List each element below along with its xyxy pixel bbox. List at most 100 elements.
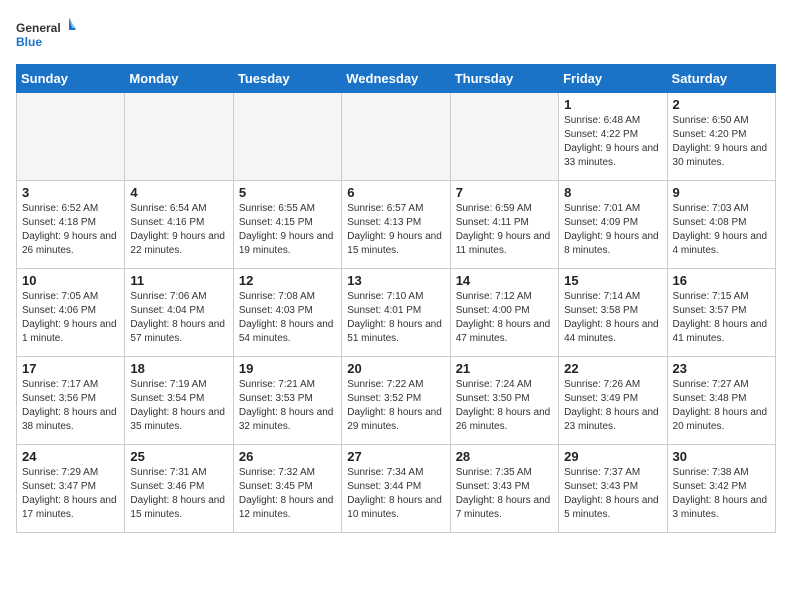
day-info: Sunrise: 7:06 AM Sunset: 4:04 PM Dayligh… — [130, 290, 227, 346]
calendar-cell: 4 Sunrise: 6:54 AM Sunset: 4:16 PM Daylig… — [125, 181, 233, 269]
day-number: 26 — [239, 449, 336, 464]
day-number: 22 — [564, 361, 661, 376]
calendar-cell: 29Sunrise: 7:37 AM Sunset: 3:43 PM Dayli… — [559, 445, 667, 533]
calendar-cell: 22 Sunrise: 7:26 AM Sunset: 3:49 PM Dayli… — [559, 357, 667, 445]
day-info: Sunrise: 7:12 AM Sunset: 4:00 PM Dayligh… — [456, 290, 553, 346]
day-info: Sunrise: 6:57 AM Sunset: 4:13 PM Dayligh… — [347, 202, 444, 258]
calendar-table: SundayMondayTuesdayWednesdayThursdayFrid… — [16, 64, 776, 533]
day-number: 25 — [130, 449, 227, 464]
day-info: Sunrise: 6:50 AM Sunset: 4:20 PM Dayligh… — [673, 114, 770, 170]
calendar-cell — [17, 93, 125, 181]
day-info: Sunrise: 6:48 AM Sunset: 4:22 PM Dayligh… — [564, 114, 661, 170]
day-info: Sunrise: 7:29 AM Sunset: 3:47 PM Dayligh… — [22, 466, 119, 522]
day-number: 13 — [347, 273, 444, 288]
day-info: Sunrise: 6:54 AM Sunset: 4:16 PM Dayligh… — [130, 202, 227, 258]
day-info: Sunrise: 7:22 AM Sunset: 3:52 PM Dayligh… — [347, 378, 444, 434]
calendar-week-row: 10 Sunrise: 7:05 AM Sunset: 4:06 PM Dayli… — [17, 269, 776, 357]
day-info: Sunrise: 7:34 AM Sunset: 3:44 PM Dayligh… — [347, 466, 444, 522]
calendar-cell: 9Sunrise: 7:03 AM Sunset: 4:08 PM Daylig… — [667, 181, 775, 269]
calendar-cell — [450, 93, 558, 181]
calendar-week-row: 1 Sunrise: 6:48 AM Sunset: 4:22 PM Daylig… — [17, 93, 776, 181]
day-info: Sunrise: 7:08 AM Sunset: 4:03 PM Dayligh… — [239, 290, 336, 346]
calendar-cell: 11 Sunrise: 7:06 AM Sunset: 4:04 PM Dayli… — [125, 269, 233, 357]
calendar-cell: 14 Sunrise: 7:12 AM Sunset: 4:00 PM Dayli… — [450, 269, 558, 357]
day-info: Sunrise: 6:52 AM Sunset: 4:18 PM Dayligh… — [22, 202, 119, 258]
day-number: 23 — [673, 361, 770, 376]
calendar-week-row: 17Sunrise: 7:17 AM Sunset: 3:56 PM Dayli… — [17, 357, 776, 445]
day-number: 2 — [673, 97, 770, 112]
day-number: 8 — [564, 185, 661, 200]
day-number: 30 — [673, 449, 770, 464]
day-info: Sunrise: 7:26 AM Sunset: 3:49 PM Dayligh… — [564, 378, 661, 434]
calendar-cell: 2 Sunrise: 6:50 AM Sunset: 4:20 PM Daylig… — [667, 93, 775, 181]
day-number: 17 — [22, 361, 119, 376]
weekday-header: Monday — [125, 65, 233, 93]
day-number: 15 — [564, 273, 661, 288]
day-info: Sunrise: 7:32 AM Sunset: 3:45 PM Dayligh… — [239, 466, 336, 522]
day-number: 20 — [347, 361, 444, 376]
calendar-cell: 7 Sunrise: 6:59 AM Sunset: 4:11 PM Daylig… — [450, 181, 558, 269]
page-header: General Blue — [16, 16, 776, 56]
calendar-cell: 25 Sunrise: 7:31 AM Sunset: 3:46 PM Dayli… — [125, 445, 233, 533]
weekday-header: Sunday — [17, 65, 125, 93]
day-number: 11 — [130, 273, 227, 288]
day-number: 27 — [347, 449, 444, 464]
day-number: 24 — [22, 449, 119, 464]
day-number: 7 — [456, 185, 553, 200]
calendar-cell: 24 Sunrise: 7:29 AM Sunset: 3:47 PM Dayli… — [17, 445, 125, 533]
logo-svg: General Blue — [16, 16, 76, 56]
day-number: 10 — [22, 273, 119, 288]
calendar-cell: 6 Sunrise: 6:57 AM Sunset: 4:13 PM Daylig… — [342, 181, 450, 269]
calendar-cell: 27 Sunrise: 7:34 AM Sunset: 3:44 PM Dayli… — [342, 445, 450, 533]
day-number: 21 — [456, 361, 553, 376]
day-number: 12 — [239, 273, 336, 288]
calendar-cell: 18Sunrise: 7:19 AM Sunset: 3:54 PM Dayli… — [125, 357, 233, 445]
day-number: 5 — [239, 185, 336, 200]
day-info: Sunrise: 7:03 AM Sunset: 4:08 PM Dayligh… — [673, 202, 770, 258]
day-info: Sunrise: 7:24 AM Sunset: 3:50 PM Dayligh… — [456, 378, 553, 434]
logo: General Blue — [16, 16, 76, 56]
day-info: Sunrise: 7:01 AM Sunset: 4:09 PM Dayligh… — [564, 202, 661, 258]
day-number: 16 — [673, 273, 770, 288]
day-info: Sunrise: 7:31 AM Sunset: 3:46 PM Dayligh… — [130, 466, 227, 522]
weekday-header: Saturday — [667, 65, 775, 93]
svg-text:General: General — [16, 21, 61, 35]
calendar-cell: 20 Sunrise: 7:22 AM Sunset: 3:52 PM Dayli… — [342, 357, 450, 445]
day-info: Sunrise: 7:14 AM Sunset: 3:58 PM Dayligh… — [564, 290, 661, 346]
weekday-header: Wednesday — [342, 65, 450, 93]
weekday-header: Thursday — [450, 65, 558, 93]
day-info: Sunrise: 7:35 AM Sunset: 3:43 PM Dayligh… — [456, 466, 553, 522]
calendar-cell: 16 Sunrise: 7:15 AM Sunset: 3:57 PM Dayli… — [667, 269, 775, 357]
calendar-cell: 12 Sunrise: 7:08 AM Sunset: 4:03 PM Dayli… — [233, 269, 341, 357]
day-info: Sunrise: 7:15 AM Sunset: 3:57 PM Dayligh… — [673, 290, 770, 346]
day-number: 6 — [347, 185, 444, 200]
day-number: 18 — [130, 361, 227, 376]
calendar-cell: 13 Sunrise: 7:10 AM Sunset: 4:01 PM Dayli… — [342, 269, 450, 357]
calendar-cell: 15 Sunrise: 7:14 AM Sunset: 3:58 PM Dayli… — [559, 269, 667, 357]
day-number: 3 — [22, 185, 119, 200]
day-info: Sunrise: 6:55 AM Sunset: 4:15 PM Dayligh… — [239, 202, 336, 258]
day-number: 4 — [130, 185, 227, 200]
day-info: Sunrise: 7:21 AM Sunset: 3:53 PM Dayligh… — [239, 378, 336, 434]
day-info: Sunrise: 7:37 AM Sunset: 3:43 PM Dayligh… — [564, 466, 661, 522]
calendar-cell: 19Sunrise: 7:21 AM Sunset: 3:53 PM Dayli… — [233, 357, 341, 445]
calendar-cell: 1 Sunrise: 6:48 AM Sunset: 4:22 PM Daylig… — [559, 93, 667, 181]
day-number: 1 — [564, 97, 661, 112]
calendar-cell: 23Sunrise: 7:27 AM Sunset: 3:48 PM Dayli… — [667, 357, 775, 445]
weekday-header: Friday — [559, 65, 667, 93]
day-number: 14 — [456, 273, 553, 288]
calendar-cell — [342, 93, 450, 181]
weekday-header-row: SundayMondayTuesdayWednesdayThursdayFrid… — [17, 65, 776, 93]
calendar-cell — [125, 93, 233, 181]
calendar-week-row: 3 Sunrise: 6:52 AM Sunset: 4:18 PM Daylig… — [17, 181, 776, 269]
weekday-header: Tuesday — [233, 65, 341, 93]
calendar-cell: 10 Sunrise: 7:05 AM Sunset: 4:06 PM Dayli… — [17, 269, 125, 357]
calendar-week-row: 24 Sunrise: 7:29 AM Sunset: 3:47 PM Dayli… — [17, 445, 776, 533]
day-info: Sunrise: 7:38 AM Sunset: 3:42 PM Dayligh… — [673, 466, 770, 522]
day-info: Sunrise: 6:59 AM Sunset: 4:11 PM Dayligh… — [456, 202, 553, 258]
day-info: Sunrise: 7:05 AM Sunset: 4:06 PM Dayligh… — [22, 290, 119, 346]
day-number: 28 — [456, 449, 553, 464]
day-info: Sunrise: 7:10 AM Sunset: 4:01 PM Dayligh… — [347, 290, 444, 346]
calendar-cell: 17Sunrise: 7:17 AM Sunset: 3:56 PM Dayli… — [17, 357, 125, 445]
calendar-cell: 3 Sunrise: 6:52 AM Sunset: 4:18 PM Daylig… — [17, 181, 125, 269]
